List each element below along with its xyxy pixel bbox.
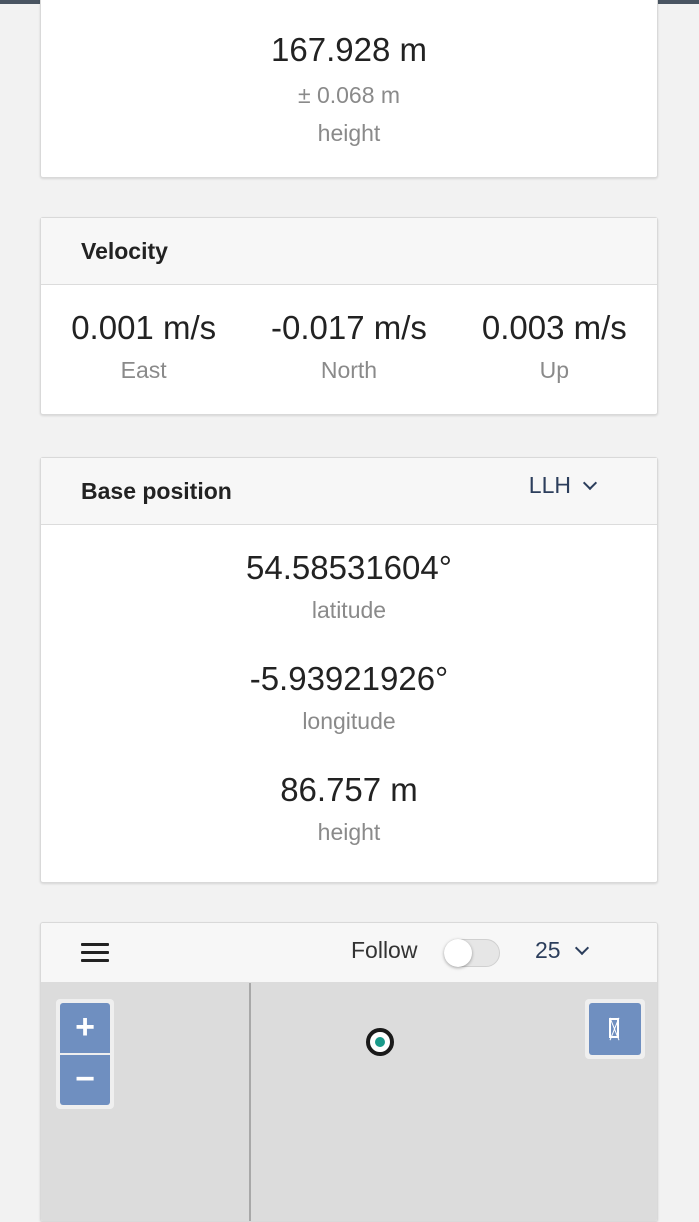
coordinate-format-select[interactable]: LLH (528, 472, 598, 499)
zoom-level-value: 25 (535, 937, 561, 963)
velocity-title: Velocity (81, 238, 168, 264)
height-accuracy: ± 0.068 m (297, 82, 401, 108)
velocity-east: 0.001 m/s East (41, 285, 246, 385)
base-latitude: 54.58531604° latitude (41, 549, 657, 625)
velocity-north: -0.017 m/s North (246, 285, 451, 385)
base-latitude-value: 54.58531604° (246, 549, 452, 586)
coordinate-format-value: LLH (528, 472, 571, 498)
base-position-header: Base position LLH (41, 458, 657, 525)
fullscreen-button[interactable] (589, 1003, 641, 1055)
base-height: 86.757 m height (41, 771, 657, 847)
follow-label: Follow (351, 937, 418, 963)
chevron-down-icon (574, 940, 589, 955)
map-canvas[interactable]: + − (41, 983, 657, 1221)
base-position-card: Base position LLH 54.58531604° latitude … (40, 457, 658, 883)
hamburger-menu-icon[interactable] (81, 943, 109, 963)
chevron-down-icon (582, 475, 598, 490)
velocity-north-value: -0.017 m/s (271, 309, 427, 346)
zoom-level-select[interactable]: 25 (535, 937, 589, 964)
map-road-line (249, 983, 251, 1221)
velocity-east-value: 0.001 m/s (71, 309, 217, 346)
base-longitude: -5.93921926° longitude (41, 660, 657, 736)
map-fullscreen-control (585, 999, 645, 1059)
map-toolbar: Follow 25 (41, 923, 657, 983)
velocity-header: Velocity (41, 218, 657, 285)
map-card: Follow 25 + − (40, 922, 658, 1222)
velocity-north-label: North (320, 357, 378, 383)
fullscreen-icon (609, 1018, 619, 1038)
follow-toggle[interactable] (444, 939, 500, 967)
velocity-up-value: 0.003 m/s (481, 309, 627, 346)
base-longitude-label: longitude (302, 708, 396, 734)
base-longitude-value: -5.93921926° (249, 660, 449, 697)
height-value: 167.928 m (271, 31, 427, 68)
follow-toggle-knob (444, 939, 472, 967)
base-height-label: height (317, 819, 381, 845)
base-position-title: Base position (81, 478, 232, 504)
rover-height-card: 167.928 m ± 0.068 m height (40, 0, 658, 178)
base-latitude-label: latitude (311, 597, 387, 623)
velocity-card: Velocity 0.001 m/s East -0.017 m/s North… (40, 217, 658, 415)
base-height-value: 86.757 m (280, 771, 418, 808)
velocity-up: 0.003 m/s Up (452, 285, 657, 385)
zoom-out-button[interactable]: − (60, 1055, 110, 1105)
velocity-values: 0.001 m/s East -0.017 m/s North 0.003 m/… (41, 285, 657, 385)
height-label: height (317, 120, 381, 146)
zoom-in-button[interactable]: + (60, 1003, 110, 1053)
map-zoom-controls: + − (56, 999, 114, 1109)
velocity-east-label: East (120, 357, 167, 383)
velocity-up-label: Up (539, 357, 570, 383)
position-marker-icon[interactable] (366, 1028, 394, 1056)
